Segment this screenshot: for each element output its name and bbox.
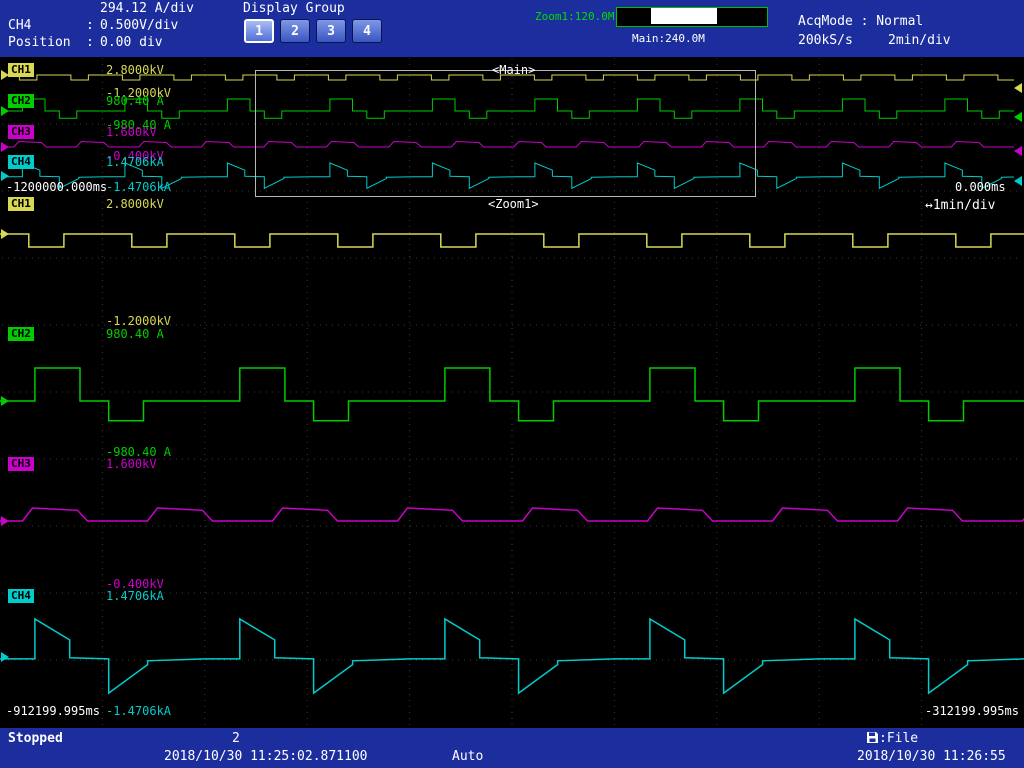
file-label: :File xyxy=(879,731,918,746)
knob-channel: CH4 xyxy=(8,18,31,33)
time-per-div: 2min/div xyxy=(888,33,951,48)
knob-scale: 0.500V/div xyxy=(100,18,178,33)
main-ch4-chip: CH4 xyxy=(8,155,34,169)
zoom-ch4-top-value: 1.4706kA xyxy=(106,589,164,603)
main-size-label: Main:240.0M xyxy=(632,32,705,45)
knob-position-value: 0.00 div xyxy=(100,35,163,50)
knob-value-line: 294.12 A/div xyxy=(100,1,194,16)
main-start-time: -1200000.000ms xyxy=(6,180,107,194)
display-group-label: Display Group xyxy=(243,1,345,16)
zoom-ch1-chip: CH1 xyxy=(8,197,34,211)
zoom-ch4-chip: CH4 xyxy=(8,589,34,603)
group-number: 2 xyxy=(232,731,240,746)
zoom-ch2-top-value: 980.40 A xyxy=(106,327,164,341)
sample-rate: 200kS/s xyxy=(798,33,853,48)
zoom-window-indicator[interactable] xyxy=(651,8,717,24)
zoom-size-label: Zoom1:120.0M xyxy=(535,10,614,23)
floppy-icon xyxy=(866,731,879,746)
main-ch1-top-value: 2.8000kV xyxy=(106,63,164,77)
zoom-ch4-bottom-value: -1.4706kA xyxy=(106,704,171,718)
main-ch2-top-value: 980.40 A xyxy=(106,94,164,108)
main-ch2-chip: CH2 xyxy=(8,94,34,108)
run-status: Stopped xyxy=(8,731,63,746)
acquisition-timestamp: 2018/10/30 11:25:02.871100 xyxy=(164,749,368,764)
zoom-ch2-chip: CH2 xyxy=(8,327,34,341)
zoom-end-time: -312199.995ms xyxy=(925,704,1019,718)
main-end-time: 0.000ms xyxy=(955,180,1006,194)
header-bar: 294.12 A/div CH4 : 0.500V/div Position :… xyxy=(0,0,1024,57)
main-ch3-top-value: 1.600kV xyxy=(106,125,157,139)
display-group-button-2[interactable]: 2 xyxy=(280,19,310,43)
hscale-arrow-icon: ↔ xyxy=(925,198,933,213)
status-bar: Stopped 2 2018/10/30 11:25:02.871100 Aut… xyxy=(0,728,1024,768)
knob-position-label: Position xyxy=(8,35,71,50)
main-ch4-bottom-value: -1.4706kA xyxy=(106,180,171,194)
main-ch3-chip: CH3 xyxy=(8,125,34,139)
display-group-button-4[interactable]: 4 xyxy=(352,19,382,43)
file-indicator: :File xyxy=(866,731,918,746)
zoom-time-per-div: 1min/div xyxy=(933,198,996,213)
display-group-button-3[interactable]: 3 xyxy=(316,19,346,43)
zoom-position-bar[interactable] xyxy=(616,7,768,27)
zoom-ch1-top-value: 2.8000kV xyxy=(106,197,164,211)
zoom-start-time: -912199.995ms xyxy=(6,704,100,718)
acq-mode: AcqMode : Normal xyxy=(798,14,923,29)
trigger-mode: Auto xyxy=(452,749,483,764)
zoom-ch3-top-value: 1.600kV xyxy=(106,457,157,471)
zoom-ch1-bottom-value: -1.2000kV xyxy=(106,314,171,328)
zoom-timediv-group: ↔1min/div xyxy=(925,198,995,213)
system-clock: 2018/10/30 11:26:55 xyxy=(857,749,1006,764)
knob-colon-2: : xyxy=(86,35,94,50)
zoom-view-title: <Zoom1> xyxy=(488,197,539,211)
display-group-button-1[interactable]: 1 xyxy=(244,19,274,43)
main-ch4-top-value: 1.4706kA xyxy=(106,155,164,169)
knob-colon-1: : xyxy=(86,18,94,33)
zoom-ch3-chip: CH3 xyxy=(8,457,34,471)
main-view-title: <Main> xyxy=(492,63,535,77)
main-ch1-chip: CH1 xyxy=(8,63,34,77)
zoom-window-box[interactable] xyxy=(255,70,756,197)
